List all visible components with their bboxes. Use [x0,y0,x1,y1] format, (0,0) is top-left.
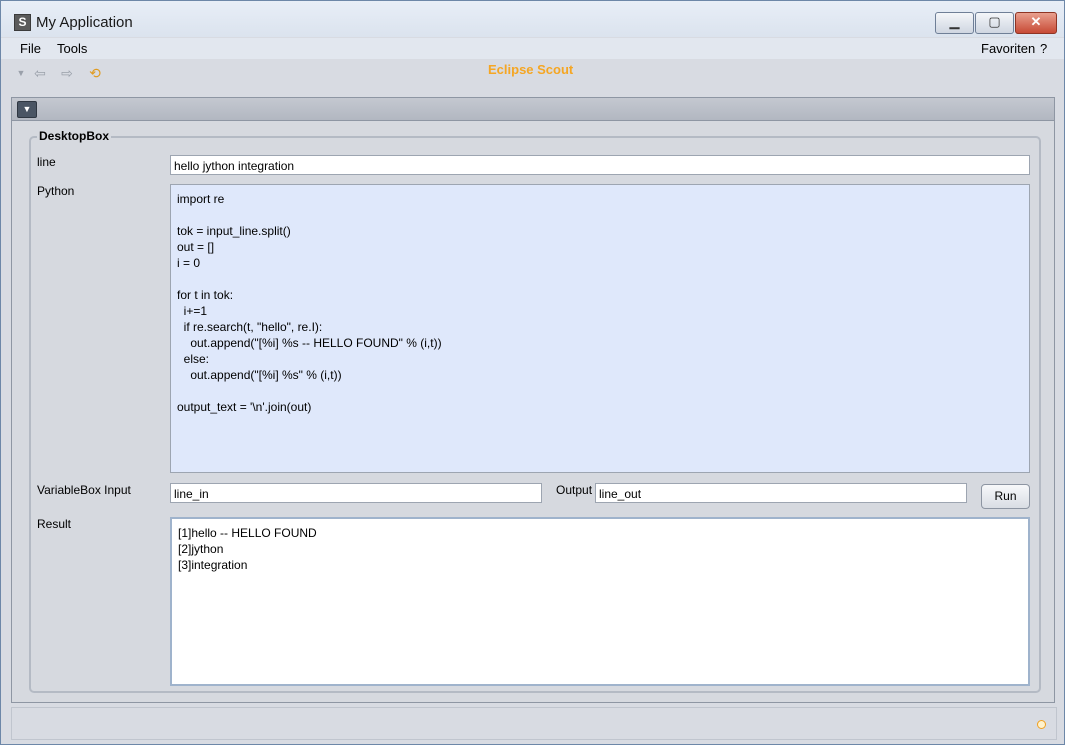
collapse-button[interactable]: ▼ [17,101,37,118]
menu-file[interactable]: File [20,41,41,56]
variablebox-input-label: VariableBox Input [37,483,131,497]
result-output-area[interactable]: [1]hello -- HELLO FOUND [2]jython [3]int… [170,517,1030,686]
application-window: S My Application ▁ ▢ ✕ File Tools Favori… [0,0,1065,745]
line-input[interactable]: hello jython integration [170,155,1030,175]
desktop-group-box: DesktopBox line hello jython integration… [29,129,1041,693]
dropdown-arrow-icon[interactable]: ▼ [13,65,29,81]
run-button[interactable]: Run [981,484,1030,509]
maximize-button[interactable]: ▢ [975,12,1014,34]
close-button[interactable]: ✕ [1015,12,1057,34]
forward-arrow-icon[interactable]: ⇨ [59,65,75,81]
variable-input-field[interactable]: line_in [170,483,542,503]
minimize-button[interactable]: ▁ [935,12,974,34]
status-indicator-icon [1037,720,1046,729]
output-variable-field[interactable]: line_out [595,483,967,503]
title-bar[interactable]: S My Application ▁ ▢ ✕ [1,1,1064,37]
app-logo-icon: S [14,14,31,31]
status-bar [11,707,1057,740]
output-label: Output [556,483,593,497]
menu-favoriten[interactable]: Favoriten [981,41,1035,56]
menu-bar: File Tools Favoriten ? [1,38,1064,60]
back-arrow-icon[interactable]: ⇦ [32,65,48,81]
python-code-editor[interactable]: import re tok = input_line.split() out =… [170,184,1030,473]
python-label: Python [37,184,75,198]
result-label: Result [37,517,72,531]
refresh-icon[interactable]: ⟲ [87,65,103,81]
menu-help[interactable]: ? [1040,41,1047,56]
window-title: My Application [36,14,133,31]
line-label: line [37,155,56,169]
desktop-header: ▼ [12,98,1054,121]
menu-tools[interactable]: Tools [57,41,87,56]
group-title: DesktopBox [37,129,112,143]
desktop-panel: ▼ DesktopBox line hello jython integrati… [11,97,1055,703]
brand-logo: Eclipse Scout [488,62,574,77]
